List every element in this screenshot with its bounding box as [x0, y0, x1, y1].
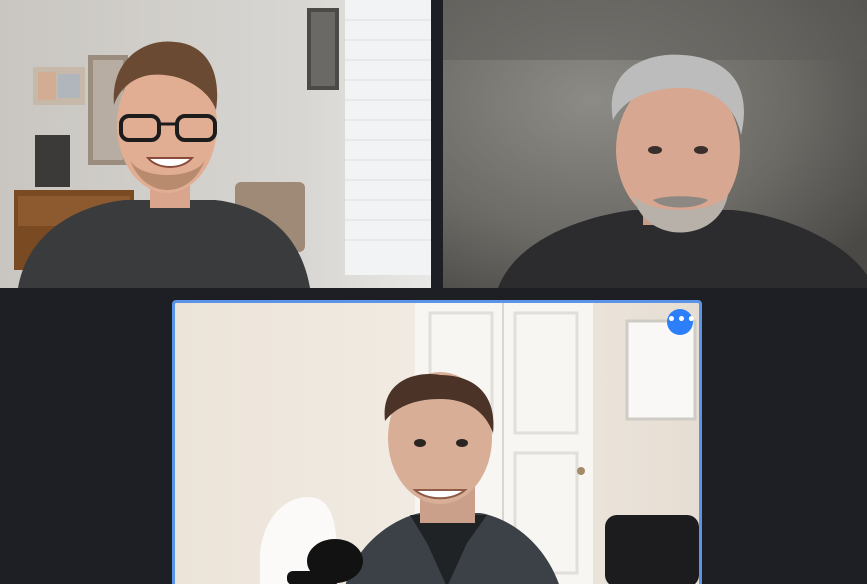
participant-video-1	[0, 0, 431, 288]
more-options-button[interactable]: •••	[667, 309, 696, 335]
participant-tile-3-active[interactable]: •••	[172, 300, 702, 584]
participant-video-3	[175, 303, 699, 584]
video-call-gallery: •••	[0, 0, 867, 584]
participant-tile-2[interactable]	[443, 0, 867, 288]
more-horizontal-icon: •••	[667, 312, 697, 328]
participant-tile-1[interactable]	[0, 0, 431, 288]
participant-video-2	[443, 0, 867, 288]
